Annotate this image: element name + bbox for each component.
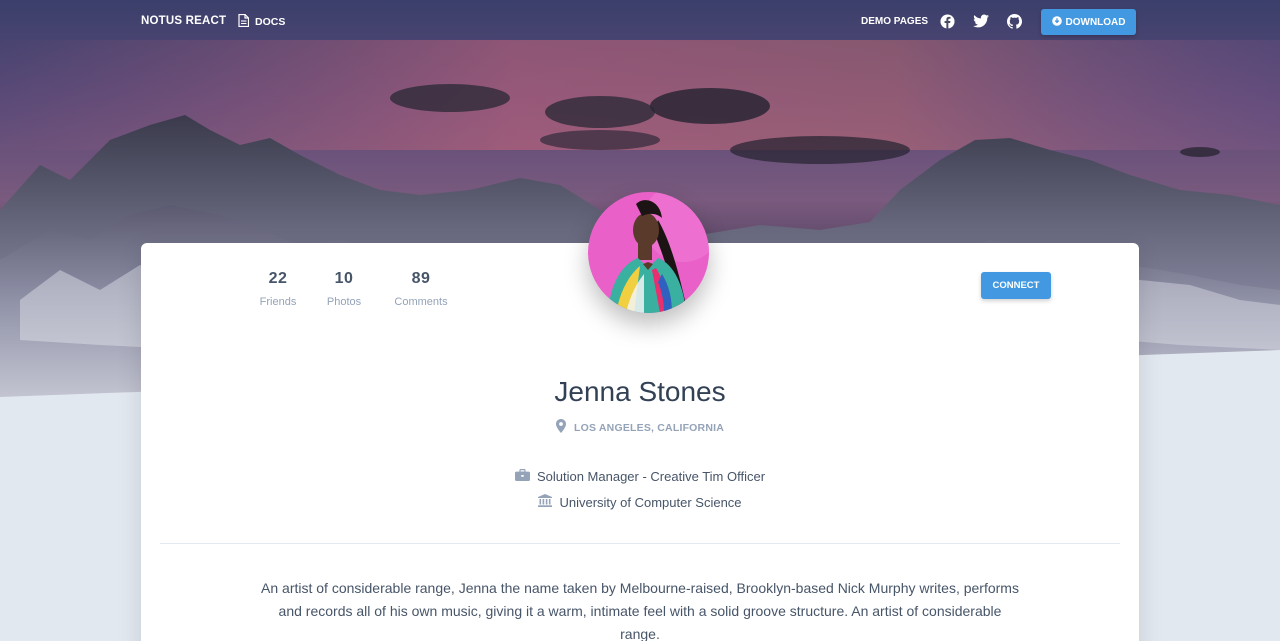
brand-link[interactable]: NOTUS REACT bbox=[141, 15, 226, 27]
stat-label: Comments bbox=[394, 296, 448, 308]
briefcase-icon bbox=[514, 469, 530, 484]
profile-bio: An artist of considerable range, Jenna t… bbox=[261, 580, 1019, 641]
top-navbar: NOTUS REACT DOCS DEMO PAGES DOWNLOAD bbox=[0, 0, 1280, 44]
job-text: Solution Manager - Creative Tim Officer bbox=[536, 469, 766, 484]
map-marker-icon bbox=[555, 419, 566, 436]
docs-label: DOCS bbox=[255, 16, 286, 28]
profile-location: LOS ANGELES, CALIFORNIA bbox=[141, 419, 1139, 436]
stat-friends: 22 Friends bbox=[257, 270, 299, 308]
file-icon bbox=[238, 13, 250, 30]
section-divider bbox=[160, 543, 1120, 544]
download-button[interactable]: DOWNLOAD bbox=[1041, 9, 1136, 35]
twitter-icon[interactable] bbox=[973, 14, 989, 30]
profile-avatar bbox=[588, 192, 709, 313]
github-icon[interactable] bbox=[1007, 14, 1023, 30]
education-text: University of Computer Science bbox=[559, 494, 742, 510]
facebook-icon[interactable] bbox=[940, 14, 956, 30]
stat-label: Friends bbox=[259, 296, 297, 308]
docs-link[interactable]: DOCS bbox=[238, 13, 286, 30]
profile-education: University of Computer Science bbox=[141, 494, 1139, 510]
stat-comments: 89 Comments bbox=[390, 270, 452, 308]
profile-name: Jenna Stones bbox=[554, 376, 726, 407]
stat-value: 10 bbox=[334, 270, 354, 287]
stat-photos: 10 Photos bbox=[322, 270, 366, 308]
stat-label: Photos bbox=[326, 296, 362, 308]
connect-button[interactable]: CONNECT bbox=[981, 272, 1051, 299]
university-icon bbox=[538, 494, 553, 510]
location-text: LOS ANGELES, CALIFORNIA bbox=[573, 421, 725, 434]
download-label: DOWNLOAD bbox=[1065, 16, 1126, 28]
demo-pages-dropdown[interactable]: DEMO PAGES bbox=[861, 16, 928, 27]
stat-value: 22 bbox=[268, 270, 288, 287]
stat-value: 89 bbox=[411, 270, 431, 287]
download-icon bbox=[1051, 15, 1062, 29]
profile-job: Solution Manager - Creative Tim Officer bbox=[141, 469, 1139, 484]
